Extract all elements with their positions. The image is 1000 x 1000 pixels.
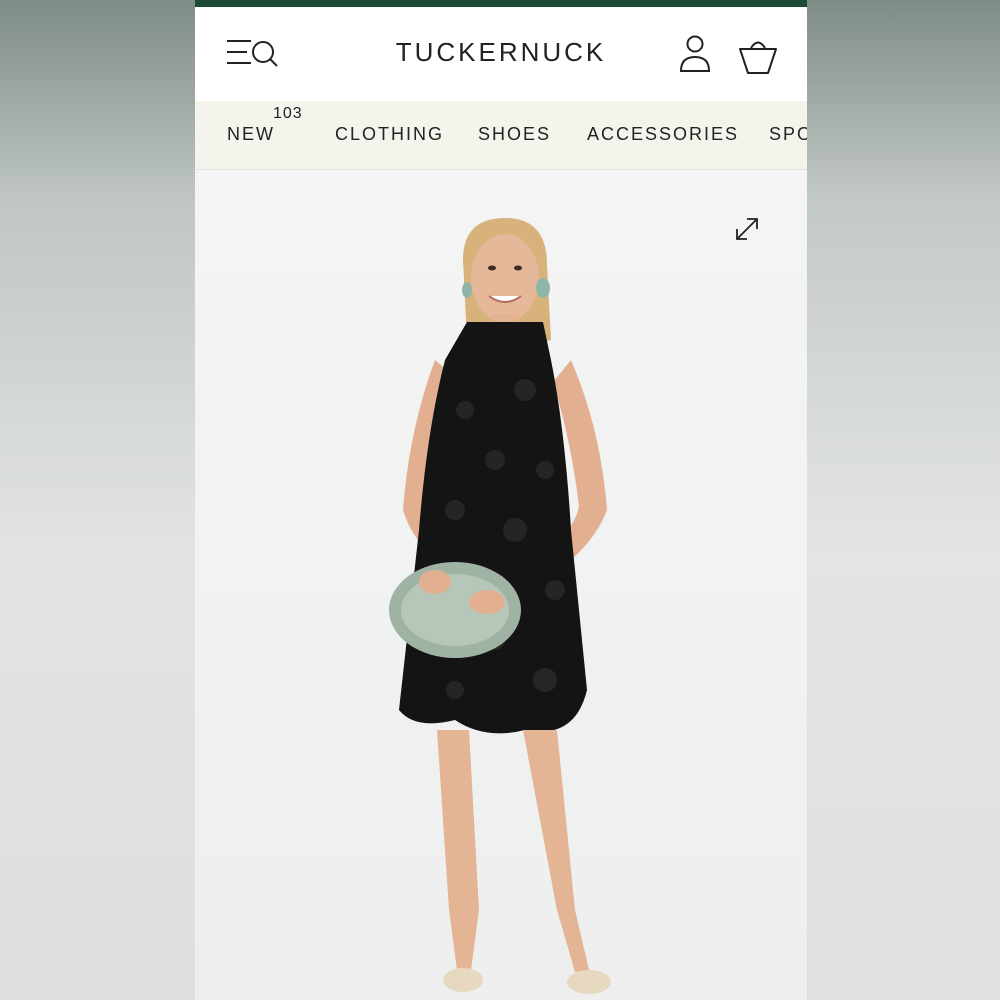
top-accent-bar <box>195 0 807 7</box>
model-photo <box>389 218 611 994</box>
nav-item-new[interactable]: NEW <box>227 124 275 145</box>
product-image[interactable] <box>195 170 807 1000</box>
mobile-screen: TUCKERNUCK NEW CLOTHING SHOES ACCESSORIE… <box>195 0 807 1000</box>
expand-icon[interactable] <box>733 215 761 243</box>
nav-item-shoes[interactable]: SHOES <box>478 124 551 145</box>
brand-logo[interactable]: TUCKERNUCK <box>345 37 657 68</box>
nav-item-sport[interactable]: SPO <box>769 124 807 145</box>
shopping-bag-icon[interactable] <box>737 35 779 77</box>
background-left <box>0 0 195 1000</box>
menu-search-icon[interactable] <box>225 37 281 71</box>
new-count-badge: 103 <box>273 105 303 122</box>
background-right <box>807 0 1000 1000</box>
nav-item-accessories[interactable]: ACCESSORIES <box>587 124 739 145</box>
nav-item-clothing[interactable]: CLOTHING <box>335 124 444 145</box>
user-icon[interactable] <box>679 35 711 75</box>
site-header: TUCKERNUCK <box>195 7 807 101</box>
